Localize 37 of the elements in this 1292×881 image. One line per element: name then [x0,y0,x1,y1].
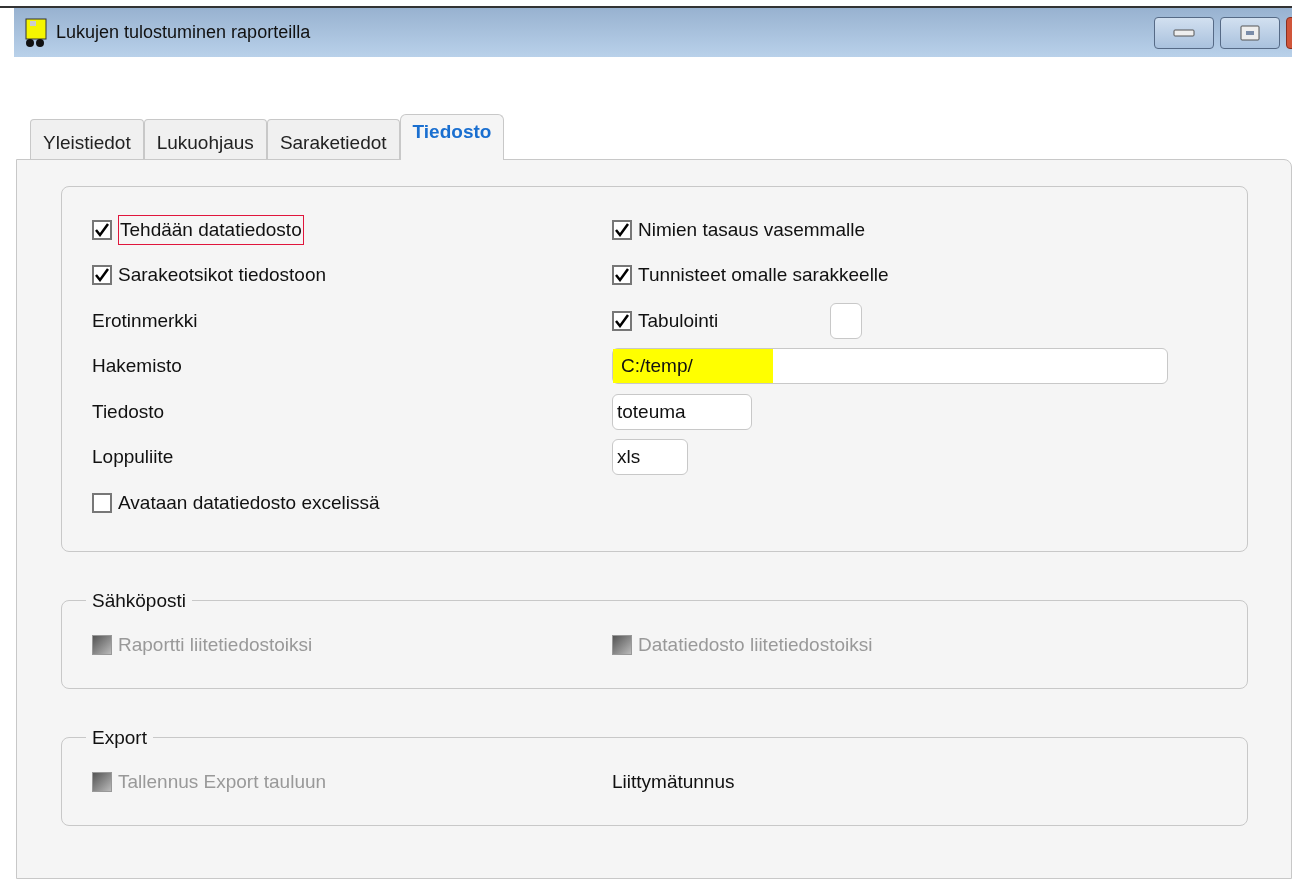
field-value: C:/temp/ [613,349,773,384]
checkbox[interactable] [92,492,112,513]
checkbox[interactable] [612,219,632,240]
checkbox-label: Tunnisteet omalle sarakkeelle [638,263,889,287]
checkbox-label: Avataan datatiedosto excelissä [118,490,380,515]
checkbox[interactable] [612,310,632,331]
input-field[interactable] [830,302,863,339]
checkbox-label: Nimien tasaus vasemmalle [638,217,866,242]
field-label: Liittymätunnus [612,770,735,794]
input-field[interactable]: toteuma [612,393,752,430]
tab[interactable]: Tiedosto [399,114,505,160]
checkbox[interactable] [92,219,112,240]
tab[interactable]: Saraketiedot [266,119,400,159]
input-field[interactable]: C:/temp/ [612,348,1168,385]
field-label: Erotinmerkki [92,308,198,333]
checkbox-label: Datatiedosto liitetiedostoiksi [638,633,873,657]
maximize-icon [1240,24,1260,41]
app-icon [24,17,48,48]
minimize-icon [1173,28,1195,37]
maximize-button[interactable] [1220,16,1280,49]
field-label: Loppuliite [92,445,174,469]
minimize-button[interactable] [1154,16,1214,49]
checkbox-label: Tabulointi [638,308,719,333]
window-title: Lukujen tulostuminen raporteilla [56,21,311,44]
tab[interactable]: Yleistiedot [30,119,144,159]
field-value: xls [616,445,641,469]
checkbox-label: Tehdään datatiedosto [118,214,304,245]
field-value: toteuma [616,399,686,424]
tab[interactable]: Lukuohjaus [143,119,267,159]
checkbox-label: Raportti liitetiedostoiksi [118,633,313,657]
checkbox-label: Sarakeotsikot tiedostoon [118,263,327,287]
field-label: Hakemisto [92,354,182,378]
field-label: Tiedosto [92,399,165,424]
checkbox-label: Tallennus Export tauluun [118,770,327,794]
checkbox[interactable] [92,265,112,286]
input-field[interactable]: xls [612,439,688,476]
checkbox[interactable] [612,265,632,286]
